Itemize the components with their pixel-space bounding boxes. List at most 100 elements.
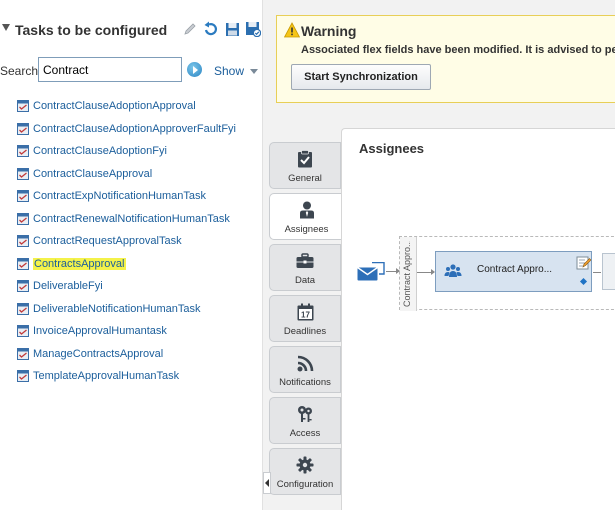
search-row: Search Show <box>0 57 262 83</box>
keys-icon <box>296 405 314 423</box>
save-icon[interactable] <box>224 21 240 37</box>
tab-data[interactable]: Data <box>269 244 341 291</box>
diamond-icon <box>579 277 588 286</box>
task-list-item[interactable]: ContractClauseAdoptionApproverFaultFyi <box>17 118 236 141</box>
tasks-panel-header: Tasks to be configured <box>0 14 262 46</box>
human-task-icon <box>17 325 29 338</box>
pencil-icon[interactable] <box>182 21 198 37</box>
tab-access[interactable]: Access <box>269 397 341 444</box>
task-label: InvoiceApprovalHumantask <box>33 325 167 338</box>
task-list-item[interactable]: ContractClauseApproval <box>17 163 236 186</box>
human-task-icon <box>17 190 29 203</box>
rss-icon <box>296 354 314 372</box>
task-label: TemplateApprovalHumanTask <box>33 370 180 383</box>
task-label: ContractExpNotificationHumanTask <box>33 190 207 203</box>
human-task-icon <box>17 302 29 315</box>
task-label: ContractRequestApprovalTask <box>33 235 182 248</box>
tasks-panel: Tasks to be configured Search Show Contr… <box>0 0 262 510</box>
warning-icon <box>284 22 300 38</box>
human-task-icon <box>17 212 29 225</box>
calendar-day: 17 <box>301 311 310 320</box>
task-list: ContractClauseAdoptionApproval ContractCl… <box>17 95 236 388</box>
task-editor: Warning Associated flex fields have been… <box>263 0 615 510</box>
task-node-label: Contract Appro... <box>477 264 553 275</box>
task-label: ContractClauseAdoptionFyi <box>33 145 167 158</box>
human-task-icon <box>17 145 29 158</box>
search-input[interactable] <box>38 57 182 82</box>
collapse-arrow-icon[interactable] <box>2 24 10 31</box>
briefcase-icon <box>296 252 314 270</box>
task-list-item[interactable]: ContractsApproval <box>17 253 236 276</box>
next-task-node[interactable] <box>602 253 615 290</box>
tab-configuration[interactable]: Configuration <box>269 448 341 495</box>
tab-label: Data <box>294 275 316 286</box>
panel-title: Tasks to be configured <box>15 22 168 38</box>
content-title: Assignees <box>359 141 425 156</box>
tab-assignees[interactable]: Assignees <box>269 193 343 240</box>
human-task-icon <box>17 347 29 360</box>
chevron-down-icon <box>250 69 259 75</box>
commit-icon[interactable] <box>245 21 261 37</box>
search-go-icon[interactable] <box>187 62 202 77</box>
collapse-tabs-handle[interactable] <box>263 472 271 494</box>
start-envelope-icon[interactable] <box>357 262 385 282</box>
task-list-item[interactable]: InvoiceApprovalHumantask <box>17 320 236 343</box>
header-toolbar <box>182 21 261 37</box>
tab-label: General <box>288 173 322 184</box>
task-list-item[interactable]: ContractRenewalNotificationHumanTask <box>17 208 236 231</box>
tab-label: Notifications <box>279 377 331 388</box>
flow-connector <box>417 269 435 275</box>
flow-connector <box>386 268 400 274</box>
tab-label: Assignees <box>284 224 329 235</box>
person-icon <box>298 201 316 219</box>
edit-icon[interactable] <box>576 255 591 270</box>
task-label: ContractsApproval <box>33 257 126 270</box>
warning-box: Warning Associated flex fields have been… <box>276 15 615 103</box>
human-task-icon <box>17 122 29 135</box>
task-label: ContractRenewalNotificationHumanTask <box>33 212 230 225</box>
human-task-icon <box>17 280 29 293</box>
task-label: ContractClauseApproval <box>33 167 153 180</box>
group-icon <box>444 264 462 277</box>
human-task-icon <box>17 100 29 113</box>
task-list-item[interactable]: ContractClauseAdoptionFyi <box>17 140 236 163</box>
task-list-item[interactable]: DeliverableFyi <box>17 275 236 298</box>
warning-message: Associated flex fields have been modifie… <box>301 44 615 56</box>
task-list-item[interactable]: ManageContractsApproval <box>17 343 236 366</box>
show-label: Show <box>214 64 245 78</box>
swimlane-header: Contract Appro... <box>400 237 417 311</box>
tab-notifications[interactable]: Notifications <box>269 346 341 393</box>
search-label: Search <box>0 64 39 78</box>
warning-title: Warning <box>301 23 357 39</box>
calendar-icon: 17 <box>296 303 314 321</box>
task-label: ManageContractsApproval <box>33 347 164 360</box>
assignees-content: Assignees Contract Appro... Contract App… <box>341 128 615 510</box>
task-label: ContractClauseAdoptionApproval <box>33 100 196 113</box>
task-list-item[interactable]: ContractRequestApprovalTask <box>17 230 236 253</box>
swimlane: Contract Appro... Contract Appro... <box>399 236 615 311</box>
gear-icon <box>296 456 314 474</box>
task-list-item[interactable]: TemplateApprovalHumanTask <box>17 365 236 388</box>
tab-general[interactable]: General <box>269 142 341 189</box>
task-label: DeliverableFyi <box>33 280 103 293</box>
human-task-icon <box>17 370 29 383</box>
task-list-item[interactable]: DeliverableNotificationHumanTask <box>17 298 236 321</box>
show-dropdown[interactable]: Show <box>214 64 259 78</box>
human-task-icon <box>17 257 29 270</box>
task-label: ContractClauseAdoptionApproverFaultFyi <box>33 122 236 135</box>
task-list-item[interactable]: ContractExpNotificationHumanTask <box>17 185 236 208</box>
tab-label: Configuration <box>276 479 334 490</box>
clipboard-check-icon <box>296 150 314 168</box>
flow-connector <box>593 272 601 273</box>
task-label: DeliverableNotificationHumanTask <box>33 302 201 315</box>
refresh-icon[interactable] <box>203 21 219 37</box>
swimlane-label: Contract Appro... <box>402 241 412 307</box>
human-task-icon <box>17 167 29 180</box>
start-synchronization-button[interactable]: Start Synchronization <box>291 64 431 90</box>
tab-deadlines[interactable]: 17 Deadlines <box>269 295 341 342</box>
task-list-item[interactable]: ContractClauseAdoptionApproval <box>17 95 236 118</box>
tab-label: Deadlines <box>283 326 327 337</box>
human-task-icon <box>17 235 29 248</box>
tab-label: Access <box>289 428 321 439</box>
approval-task-node[interactable]: Contract Appro... <box>435 251 592 292</box>
